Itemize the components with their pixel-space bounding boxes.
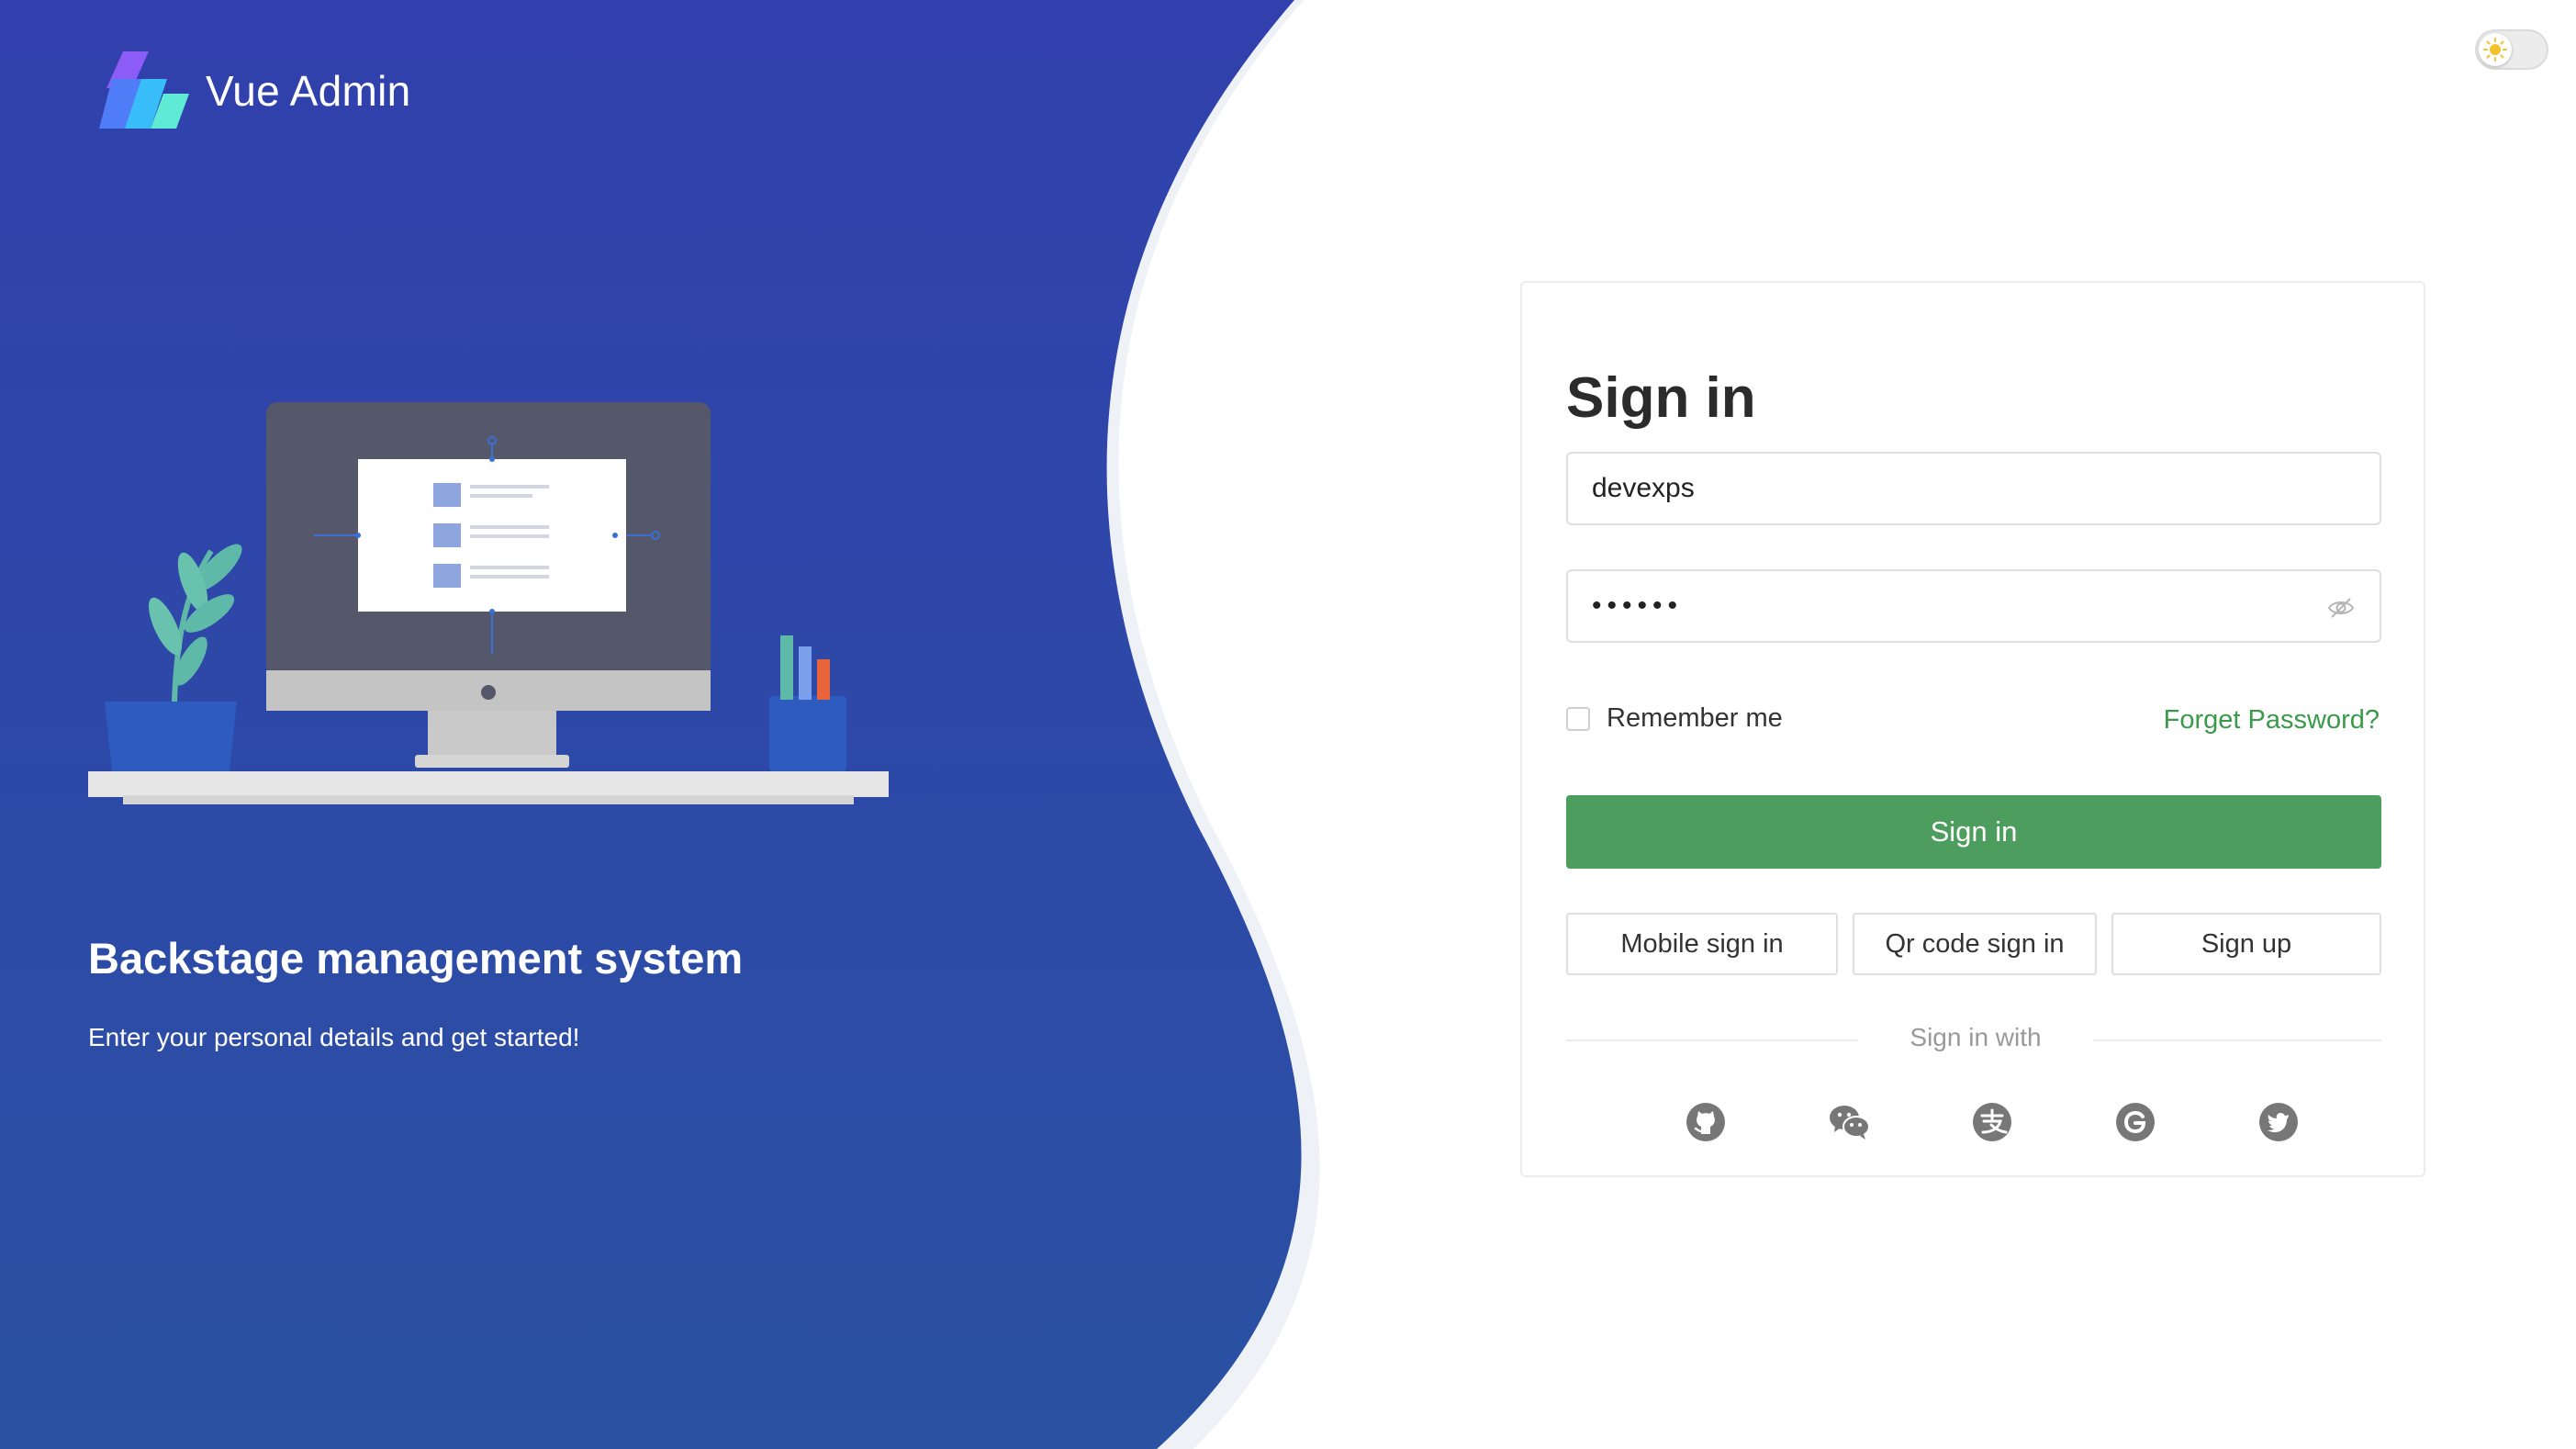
google-button[interactable] bbox=[2113, 1100, 2157, 1144]
alipay-button[interactable] bbox=[1970, 1100, 2014, 1144]
forgot-password-link[interactable]: Forget Password? bbox=[2164, 705, 2380, 736]
plant-pot bbox=[105, 702, 237, 771]
sign-up-button[interactable]: Sign up bbox=[2111, 913, 2381, 975]
github-button[interactable] bbox=[1684, 1100, 1728, 1144]
theme-toggle[interactable] bbox=[2475, 29, 2548, 70]
desk-illustration bbox=[88, 402, 889, 804]
sign-in-button[interactable]: Sign in bbox=[1566, 795, 2381, 869]
desk-top bbox=[88, 771, 889, 797]
twitter-button[interactable] bbox=[2257, 1100, 2301, 1144]
monitor-neck bbox=[428, 711, 556, 758]
wechat-button[interactable] bbox=[1827, 1100, 1871, 1144]
desk-shelf bbox=[123, 795, 854, 804]
pen-cup bbox=[769, 696, 846, 771]
mobile-sign-in-button[interactable]: Mobile sign in bbox=[1566, 913, 1838, 975]
hero-subtitle: Enter your personal details and get star… bbox=[88, 1023, 580, 1051]
sign-in-with-label: Sign in with bbox=[1858, 1023, 2093, 1052]
username-field[interactable] bbox=[1566, 452, 2381, 525]
remember-me-checkbox[interactable] bbox=[1566, 706, 1590, 731]
vue-admin-logo-icon bbox=[99, 51, 189, 129]
app-logo[interactable]: Vue Admin bbox=[99, 51, 410, 130]
remember-me-label: Remember me bbox=[1607, 703, 1783, 733]
sign-in-title: Sign in bbox=[1566, 366, 1756, 430]
toggle-knob bbox=[2479, 33, 2512, 66]
username-input[interactable] bbox=[1568, 454, 2380, 523]
sign-in-card: Sign in Remember me Forget Password? Sig… bbox=[1520, 281, 2425, 1177]
remember-me[interactable]: Remember me bbox=[1566, 703, 1783, 734]
eye-off-icon[interactable] bbox=[2326, 593, 2356, 623]
app-title: Vue Admin bbox=[206, 67, 411, 115]
qr-code-sign-in-button[interactable]: Qr code sign in bbox=[1853, 913, 2097, 975]
wechat-icon bbox=[1830, 1106, 1870, 1140]
password-field[interactable] bbox=[1566, 569, 2381, 643]
sun-icon bbox=[2483, 38, 2507, 62]
google-icon bbox=[2116, 1103, 2155, 1141]
twitter-icon bbox=[2259, 1103, 2298, 1141]
hero-title: Backstage management system bbox=[88, 934, 744, 983]
github-icon bbox=[1686, 1103, 1725, 1141]
password-input[interactable] bbox=[1568, 571, 2380, 641]
monitor-button bbox=[481, 685, 496, 700]
monitor-base bbox=[415, 755, 569, 768]
alipay-icon bbox=[1973, 1103, 2011, 1141]
